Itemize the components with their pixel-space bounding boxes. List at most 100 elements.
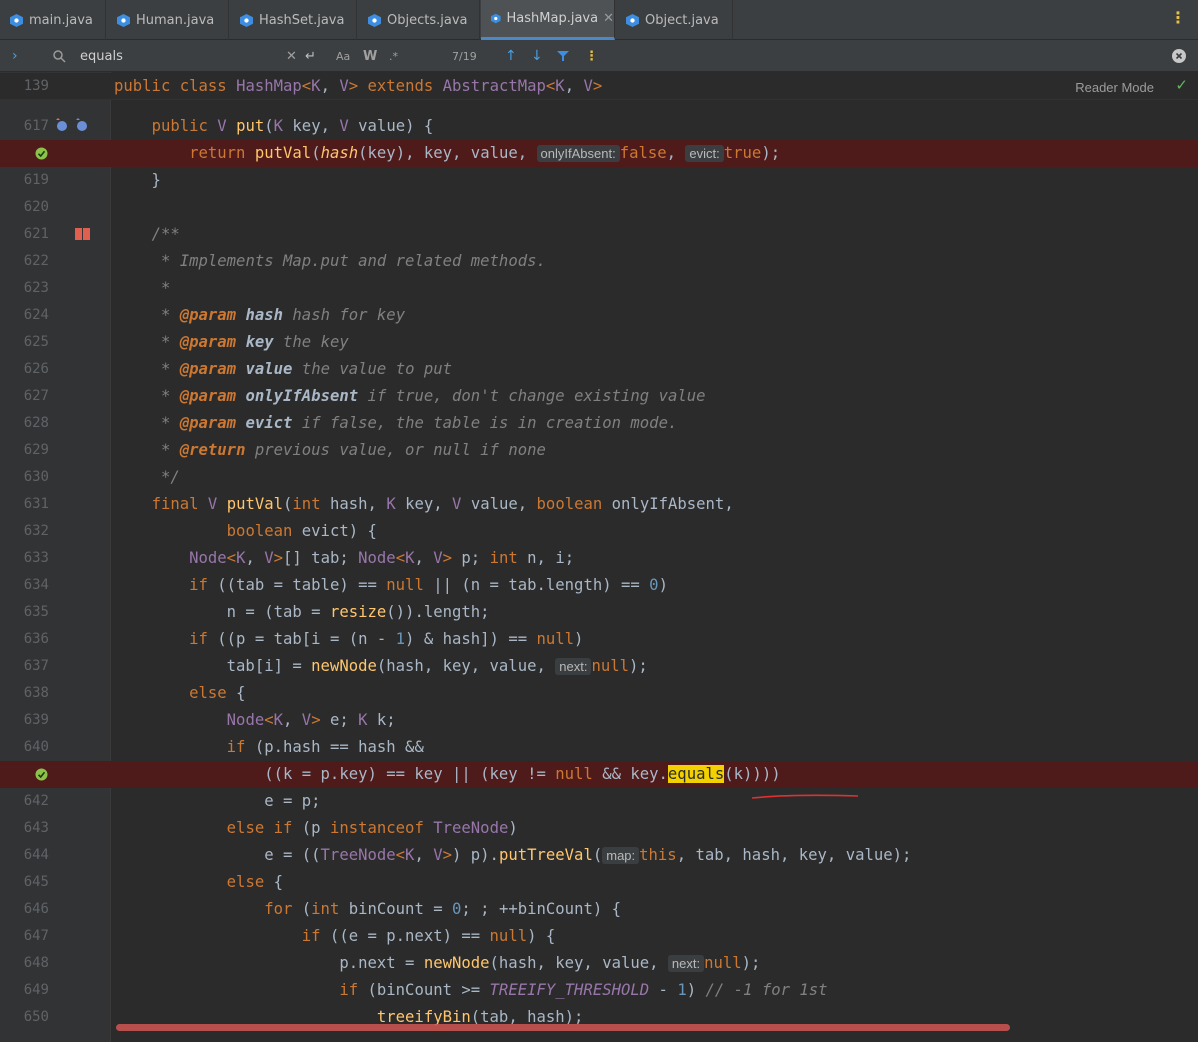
code-row[interactable]: 625 * @param key the key bbox=[0, 329, 1198, 356]
code-row[interactable]: 647 if ((e = p.next) == null) { bbox=[0, 923, 1198, 950]
line-number: 633 bbox=[23, 550, 49, 566]
code-row[interactable]: 640 if (p.hash == hash && bbox=[0, 734, 1198, 761]
line-number: 643 bbox=[23, 820, 49, 836]
code-row[interactable]: 621 /** bbox=[0, 221, 1198, 248]
code-line: /** bbox=[151, 225, 180, 243]
java-class-icon bbox=[626, 13, 639, 27]
code-row[interactable]: 623 * bbox=[0, 275, 1198, 302]
code-row[interactable]: 629 * @return previous value, or null if… bbox=[0, 437, 1198, 464]
code-row[interactable]: 644 e = ((TreeNode<K, V>) p).putTreeVal(… bbox=[0, 842, 1198, 869]
code-row[interactable]: 646 for (int binCount = 0; ; ++binCount)… bbox=[0, 896, 1198, 923]
tab-label: Human.java bbox=[136, 12, 215, 28]
param-hint: onlyIfAbsent: bbox=[536, 145, 620, 162]
java-class-icon bbox=[491, 13, 501, 24]
match-count: 7/19 bbox=[452, 49, 477, 63]
code-line: * @param onlyIfAbsent if true, don't cha… bbox=[160, 387, 706, 405]
match-case-button[interactable]: Aa bbox=[336, 40, 350, 72]
java-class-icon bbox=[117, 13, 130, 27]
tab-hashset-java[interactable]: HashSet.java bbox=[230, 0, 357, 40]
code-row[interactable]: 624 * @param hash hash for key bbox=[0, 302, 1198, 329]
code-row[interactable]: 645 else { bbox=[0, 869, 1198, 896]
error-stripe[interactable] bbox=[1170, 72, 1198, 1042]
code-row[interactable]: 620 bbox=[0, 194, 1198, 221]
code-line: * @return previous value, or null if non… bbox=[160, 441, 546, 459]
line-number: 139 bbox=[23, 78, 49, 94]
line-number: 634 bbox=[23, 577, 49, 593]
search-input[interactable] bbox=[80, 48, 270, 64]
override-icon[interactable] bbox=[52, 118, 92, 133]
tab-human-java[interactable]: Human.java bbox=[107, 0, 229, 40]
code-row[interactable]: 628 * @param evict if false, the table i… bbox=[0, 410, 1198, 437]
code-row[interactable]: 626 * @param value the value to put bbox=[0, 356, 1198, 383]
check-circle-icon[interactable] bbox=[35, 768, 48, 781]
book-icon[interactable] bbox=[74, 227, 91, 241]
code-row[interactable]: 643 else if (p instanceof TreeNode) bbox=[0, 815, 1198, 842]
code-line: if ((e = p.next) == null) { bbox=[301, 927, 556, 945]
code-row[interactable]: 633 Node<K, V>[] tab; Node<K, V> p; int … bbox=[0, 545, 1198, 572]
more-tabs-icon[interactable]: ⋮ bbox=[1170, 8, 1186, 27]
previous-match-icon[interactable]: ↑ bbox=[505, 40, 517, 72]
line-number: 628 bbox=[23, 415, 49, 431]
whole-word-button[interactable]: W bbox=[363, 40, 377, 72]
code-row[interactable]: 649 if (binCount >= TREEIFY_THRESHOLD - … bbox=[0, 977, 1198, 1004]
line-number: 623 bbox=[23, 280, 49, 296]
java-class-icon bbox=[10, 13, 23, 27]
more-options-icon[interactable]: ⋮ bbox=[585, 40, 598, 72]
filter-icon[interactable] bbox=[557, 40, 569, 72]
search-icon[interactable] bbox=[52, 40, 68, 72]
code-line: if (p.hash == hash && bbox=[226, 738, 424, 756]
code-line: else { bbox=[226, 873, 284, 891]
code-row[interactable]: 634 if ((tab = table) == null || (n = ta… bbox=[0, 572, 1198, 599]
code-row[interactable]: 638 else { bbox=[0, 680, 1198, 707]
code-row[interactable]: 642 e = p; bbox=[0, 788, 1198, 815]
code-line: e = p; bbox=[114, 792, 321, 810]
tab-hashmap-java[interactable]: HashMap.java ✕ bbox=[481, 0, 615, 40]
code-line: * @param hash hash for key bbox=[160, 306, 406, 324]
line-number: 632 bbox=[23, 523, 49, 539]
param-hint: next: bbox=[555, 658, 592, 675]
clear-search-icon[interactable]: ✕ bbox=[286, 40, 297, 72]
code-line: public V put(K key, V value) { bbox=[151, 117, 434, 135]
code-line: * @param key the key bbox=[160, 333, 349, 351]
close-icon[interactable]: ✕ bbox=[603, 11, 614, 26]
code-row[interactable]: return putVal(hash(key), key, value, onl… bbox=[0, 140, 1198, 167]
code-row[interactable]: 636 if ((p = tab[i = (n - 1) & hash]) ==… bbox=[0, 626, 1198, 653]
tab-object-java[interactable]: Object.java bbox=[616, 0, 733, 40]
code-line: boolean evict) { bbox=[226, 522, 377, 540]
annotation-underline bbox=[750, 786, 860, 799]
tab-label: HashMap.java bbox=[506, 11, 599, 26]
new-line-icon[interactable]: ↵ bbox=[305, 40, 316, 72]
param-hint: map: bbox=[602, 847, 640, 864]
code-line: for (int binCount = 0; ; ++binCount) { bbox=[264, 900, 622, 918]
tab-main-java[interactable]: main.java bbox=[0, 0, 106, 40]
code-row[interactable]: 631 final V putVal(int hash, K key, V va… bbox=[0, 491, 1198, 518]
code-line: public class HashMap<K, V> extends Abstr… bbox=[114, 77, 603, 95]
line-number: 624 bbox=[23, 307, 49, 323]
horizontal-scrollbar[interactable] bbox=[116, 1024, 1010, 1031]
code-line: if (binCount >= TREEIFY_THRESHOLD - 1) /… bbox=[339, 981, 828, 999]
code-row[interactable]: 619 } bbox=[0, 167, 1198, 194]
code-editor[interactable]: 139 public class HashMap<K, V> extends A… bbox=[0, 72, 1198, 1042]
close-find-icon[interactable] bbox=[1172, 40, 1186, 72]
next-match-icon[interactable]: ↓ bbox=[531, 40, 543, 72]
code-row[interactable]: 630 */ bbox=[0, 464, 1198, 491]
code-row[interactable]: 622 * Implements Map.put and related met… bbox=[0, 248, 1198, 275]
line-number: 636 bbox=[23, 631, 49, 647]
reader-mode-button[interactable]: Reader Mode bbox=[1075, 80, 1154, 95]
code-row[interactable]: 617 public V put(K key, V value) { bbox=[0, 113, 1198, 140]
code-row[interactable]: 637 tab[i] = newNode(hash, key, value, n… bbox=[0, 653, 1198, 680]
code-line: } bbox=[114, 171, 161, 189]
code-row[interactable]: 639 Node<K, V> e; K k; bbox=[0, 707, 1198, 734]
check-circle-icon[interactable] bbox=[35, 147, 48, 160]
code-line: * @param value the value to put bbox=[160, 360, 453, 378]
code-row[interactable]: 632 boolean evict) { bbox=[0, 518, 1198, 545]
code-row[interactable]: 635 n = (tab = resize()).length; bbox=[0, 599, 1198, 626]
tab-objects-java[interactable]: Objects.java bbox=[358, 0, 480, 40]
code-row[interactable]: 627 * @param onlyIfAbsent if true, don't… bbox=[0, 383, 1198, 410]
expand-replace-icon[interactable]: › bbox=[12, 40, 18, 72]
code-row[interactable]: ((k = p.key) == key || (key != null && k… bbox=[0, 761, 1198, 788]
param-hint: next: bbox=[667, 955, 705, 972]
regex-button[interactable]: .* bbox=[389, 40, 398, 72]
code-row[interactable]: 648 p.next = newNode(hash, key, value, n… bbox=[0, 950, 1198, 977]
line-number: 646 bbox=[23, 901, 49, 917]
